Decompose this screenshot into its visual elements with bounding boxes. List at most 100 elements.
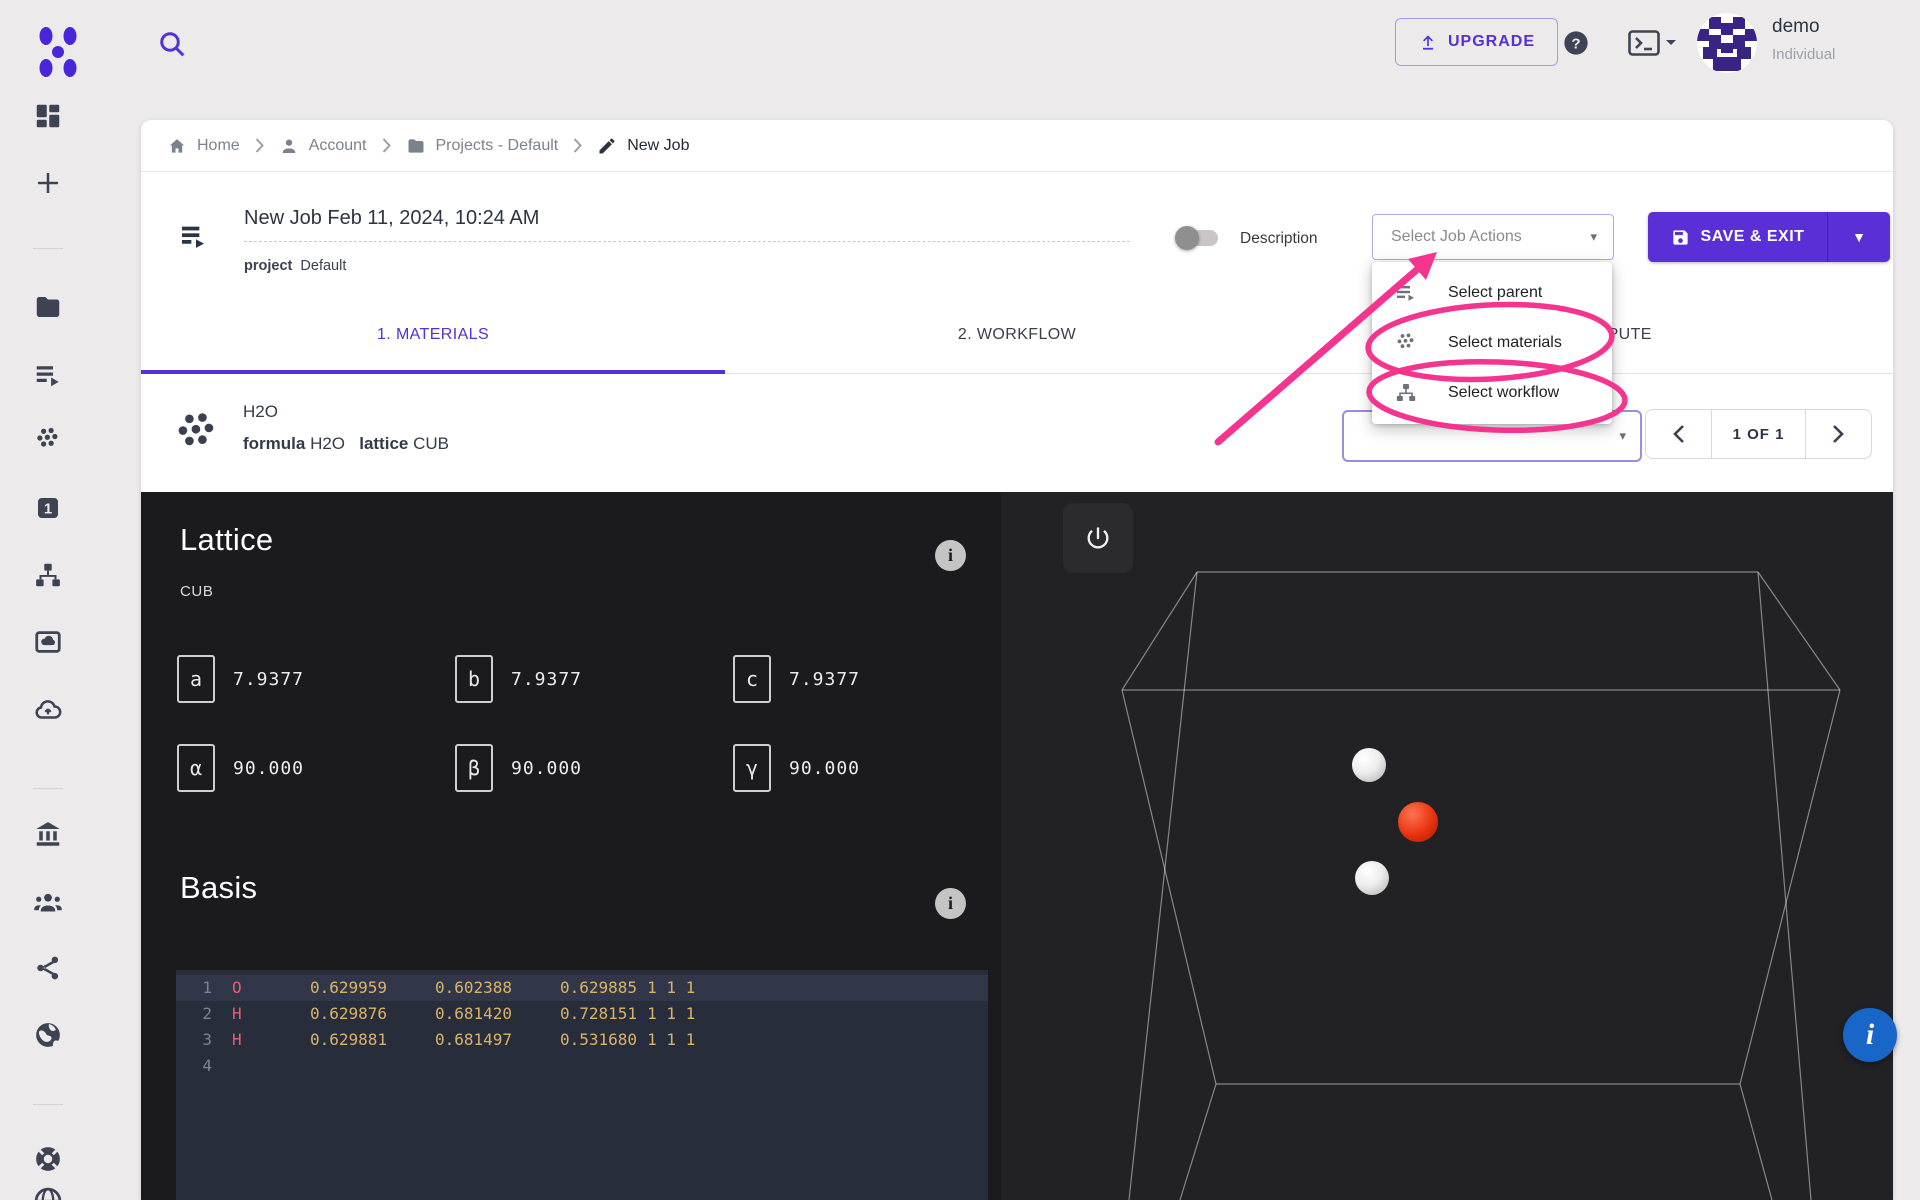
sidebar-item-workflows[interactable] [33, 560, 63, 590]
sidebar-item-projects[interactable] [33, 292, 63, 322]
param-c-value[interactable]: 7.9377 [789, 669, 860, 690]
param-alpha-value[interactable]: 90.000 [233, 758, 304, 779]
param-a-value[interactable]: 7.9377 [233, 669, 304, 690]
sidebar-item-new[interactable] [33, 168, 63, 198]
param-gamma-value[interactable]: 90.000 [789, 758, 860, 779]
sidebar-item-team[interactable] [33, 887, 63, 917]
lattice-type: CUB [180, 583, 214, 600]
breadcrumb-projects[interactable]: Projects - Default [406, 136, 558, 156]
save-options-caret-button[interactable]: ▼ [1828, 212, 1890, 262]
element-symbol: H [232, 1030, 242, 1049]
constraint-flags: 1 1 1 [647, 978, 696, 997]
param-b-value[interactable]: 7.9377 [511, 669, 582, 690]
menu-item-select-parent[interactable]: Select parent [1372, 268, 1612, 318]
svg-text:1: 1 [44, 501, 52, 518]
param-alpha-label: α [177, 744, 215, 792]
toggle-knob [1175, 226, 1199, 250]
element-symbol: H [232, 1004, 242, 1023]
next-material-button[interactable] [1805, 409, 1872, 459]
menu-item-select-workflow[interactable]: Select workflow [1372, 368, 1612, 418]
constraint-flags: 1 1 1 [647, 1030, 696, 1049]
chevron-right-icon [1833, 425, 1844, 443]
atom-hydrogen [1355, 861, 1389, 895]
sidebar-item-share[interactable] [33, 953, 63, 983]
basis-code-editor[interactable]: 1 O 0.629959 0.602388 0.629885 1 1 1 2 H 0.6298… [176, 970, 988, 1200]
description-label: Description [1240, 230, 1318, 247]
atom-oxygen [1398, 802, 1438, 842]
job-hierarchy-icon[interactable] [178, 220, 210, 252]
coord-x: 0.629876 [310, 1004, 388, 1023]
coord-x: 0.629881 [310, 1030, 388, 1049]
save-exit-button[interactable]: SAVE & EXIT [1648, 212, 1828, 262]
search-icon[interactable] [156, 28, 188, 60]
power-icon [1087, 527, 1109, 549]
avatar[interactable] [1697, 13, 1757, 73]
project-value: Default [300, 258, 347, 274]
sidebar-item-cloud-upload[interactable] [33, 695, 63, 725]
chevron-down-icon: ▾ [1619, 428, 1626, 443]
sidebar-item-jobs[interactable] [33, 360, 63, 390]
line-number: 1 [202, 978, 212, 997]
viewer-info-button[interactable]: i [1843, 1008, 1897, 1062]
lattice-param-alpha: α 90.000 [177, 744, 304, 792]
tab-workflow[interactable]: 2. WORKFLOW [725, 296, 1309, 373]
save-exit-label: SAVE & EXIT [1700, 228, 1805, 245]
line-number: 3 [202, 1030, 212, 1049]
lattice-label: lattice [359, 434, 409, 453]
job-project: project Default [244, 258, 346, 274]
pagination-label: 1 OF 1 [1712, 409, 1805, 459]
job-title-input[interactable]: New Job Feb 11, 2024, 10:24 AM [244, 207, 1130, 242]
breadcrumb-label: New Job [627, 136, 690, 154]
coord-y: 0.602388 [435, 978, 513, 997]
home-icon [169, 138, 185, 153]
app-root: UPGRADE ? demo Individual 1 Home Account… [0, 0, 1920, 1200]
console-menu-button[interactable] [1628, 30, 1677, 56]
menu-item-label: Select materials [1448, 334, 1562, 351]
breadcrumb: Home Account Projects - Default New Job [141, 120, 1893, 172]
viewer-power-button[interactable] [1063, 503, 1133, 573]
element-symbol: O [232, 978, 242, 997]
upgrade-button[interactable]: UPGRADE [1395, 18, 1558, 66]
line-number: 2 [202, 1004, 212, 1023]
basis-info-icon[interactable]: i [935, 888, 966, 919]
job-actions-dropdown[interactable]: Select Job Actions ▾ [1372, 214, 1614, 260]
breadcrumb-account[interactable]: Account [279, 136, 367, 156]
user-plan: Individual [1772, 46, 1836, 63]
material-pagination: 1 OF 1 [1645, 409, 1872, 459]
terminal-icon [1628, 30, 1660, 56]
description-toggle[interactable] [1175, 226, 1218, 250]
chevron-right-icon [382, 138, 391, 153]
sidebar-item-job-counter[interactable]: 1 [33, 493, 63, 523]
sidebar-item-materials[interactable] [33, 425, 63, 455]
breadcrumb-home[interactable]: Home [167, 136, 240, 156]
sidebar-item-explore[interactable] [33, 1186, 63, 1200]
breadcrumb-label: Home [197, 136, 240, 154]
sidebar-item-dashboard[interactable] [33, 101, 63, 131]
lattice-value: CUB [413, 434, 449, 453]
tab-materials[interactable]: 1. MATERIALS [141, 296, 725, 373]
sidebar-divider [33, 248, 63, 249]
material-name: H2O [243, 402, 278, 421]
dots-icon [1397, 333, 1414, 349]
previous-material-button[interactable] [1645, 409, 1712, 459]
edit-icon [599, 138, 615, 153]
editor-line: 4 [176, 1053, 988, 1079]
save-icon [1672, 229, 1688, 245]
constraint-flags: 1 1 1 [647, 1004, 696, 1023]
sidebar-item-institution[interactable] [33, 819, 63, 849]
step-tabs: 1. MATERIALS 2. WORKFLOW 3. COMPUTE [141, 296, 1893, 374]
user-name: demo [1772, 16, 1820, 37]
param-beta-value[interactable]: 90.000 [511, 758, 582, 779]
upload-icon [1422, 35, 1433, 50]
breadcrumb-label: Account [308, 136, 367, 154]
menu-item-select-materials[interactable]: Select materials [1372, 318, 1612, 368]
mat3ra-logo[interactable] [36, 26, 82, 78]
sidebar-item-support[interactable] [33, 1144, 63, 1174]
lattice-param-beta: β 90.000 [455, 744, 582, 792]
sidebar-item-images[interactable] [33, 627, 63, 657]
lattice-info-icon[interactable]: i [935, 540, 966, 571]
sidebar-item-web[interactable] [33, 1020, 63, 1050]
help-icon[interactable]: ? [1562, 29, 1590, 57]
coord-x: 0.629959 [310, 978, 388, 997]
sidebar-divider [33, 1104, 63, 1105]
